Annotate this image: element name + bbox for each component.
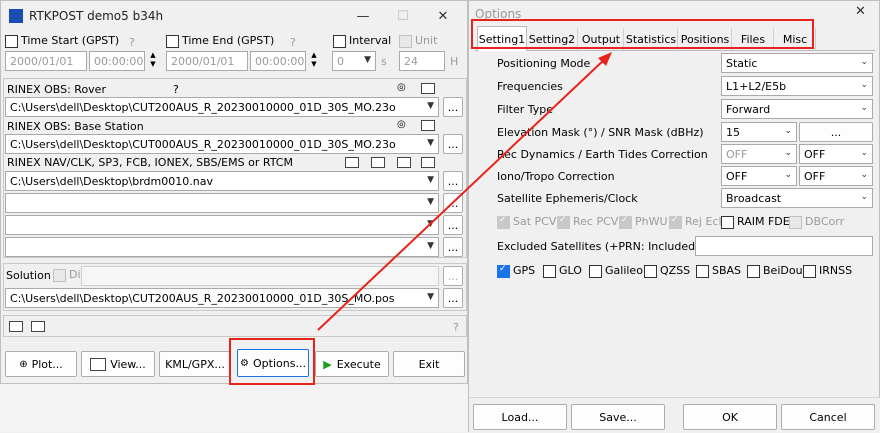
annotation-arrow (317, 52, 612, 331)
